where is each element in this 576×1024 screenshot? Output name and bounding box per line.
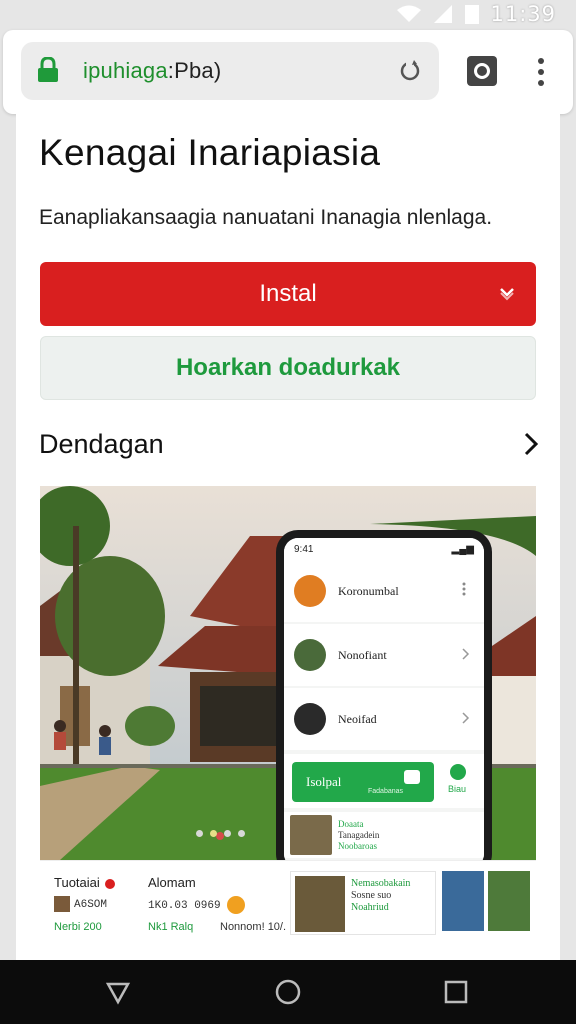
browser-toolbar: ipuhiaga:Pba) (3, 30, 573, 114)
info-column: Alomam 1K0.03 0969 (148, 875, 246, 914)
status-time: 11:39 (490, 2, 556, 26)
tag-label: Nk1 Ralq (148, 921, 194, 933)
status-icons: 11:39 (396, 2, 556, 26)
page-title: Kenagai Inariapiasia (39, 132, 381, 173)
phone-cta-label: Isolpal (306, 774, 342, 789)
secondary-label: Hoarkan doadurkak (175, 354, 401, 381)
tag: Nerbi 200 (54, 921, 102, 933)
chevron-down-icon (500, 288, 514, 301)
chevron-right-icon (524, 432, 539, 456)
lock-icon (38, 57, 58, 82)
install-label: Instal (259, 280, 317, 307)
info-title: Alomam (148, 875, 196, 890)
signal-icon (434, 5, 453, 23)
avatar (294, 703, 326, 735)
phone-list-item: Neoifad (284, 688, 484, 750)
thumbnail-image[interactable] (442, 871, 484, 931)
thumb-line: Tanagadein (338, 829, 380, 840)
coin-icon (227, 896, 246, 914)
page-content: Kenagai Inariapiasia Eanapliakansaagia n… (16, 114, 560, 960)
avatar (294, 575, 326, 607)
phone-cta-row: Isolpal Fadabanas Biau (284, 754, 484, 808)
card-line: Sosne suo (351, 890, 392, 901)
card-line: Nemasobakain (351, 878, 411, 889)
thumbnail-image (295, 876, 345, 932)
phone-list-item: Nonofiant (284, 624, 484, 686)
url-domain: ipuhiaga (83, 58, 168, 83)
back-icon[interactable] (104, 978, 132, 1006)
thumbnail-image (290, 815, 332, 855)
chevron-right-icon (462, 712, 470, 724)
thumb-line: Doaata (338, 818, 364, 829)
phone-list-item: Koronumbal (284, 560, 484, 622)
phone-item-label: Koronumbal (338, 583, 399, 598)
phone-signal-icon: ▂▄▆ (451, 544, 474, 555)
tag: Nk1 Ralq (148, 921, 193, 933)
recents-icon[interactable] (442, 978, 470, 1006)
carousel-dots[interactable] (196, 830, 245, 837)
system-nav-bar (0, 960, 576, 1024)
home-icon[interactable] (274, 978, 302, 1006)
address-bar[interactable]: ipuhiaga:Pba) (21, 42, 439, 100)
card-line: Noahriud (351, 902, 389, 913)
phone-thumb-row: Doaata Tanagadein Noobaroas (284, 812, 484, 858)
avatar (54, 896, 70, 912)
avatar (294, 639, 326, 671)
info-value: A6SOM (74, 898, 108, 911)
card-text: Nemasobakain Sosne suo Noahriud (351, 878, 410, 914)
phone-item-label: Neoifad (338, 711, 377, 726)
screenshot-icon[interactable] (465, 54, 499, 88)
url-path: :Pba) (167, 58, 222, 83)
phone-status-bar: 9:41 ▂▄▆ (284, 538, 484, 560)
url-text: ipuhiaga:Pba) (83, 58, 221, 84)
info-value: 1K0.03 0969 (148, 899, 221, 912)
phone-side-label: Biau (448, 784, 467, 794)
install-button[interactable]: Instal (40, 262, 536, 326)
more-dots-icon (462, 582, 466, 596)
status-bar: 11:39 (0, 0, 576, 28)
thumbs-up-icon (404, 770, 420, 784)
thumb-line: Noobaroas (338, 840, 377, 851)
status-badge (450, 764, 466, 780)
list-item[interactable]: Nemasobakain Sosne suo Noahriud (290, 871, 436, 935)
battery-icon (465, 5, 480, 24)
overflow-menu-icon[interactable] (529, 56, 553, 88)
tag-label: Nonnom! 10/. (220, 921, 287, 933)
info-column: Tuotaiai A6SOM (54, 875, 116, 912)
phone-cta-sub: Fadabanas (368, 788, 404, 795)
secondary-action-button[interactable]: Hoarkan doadurkak (40, 336, 536, 400)
thumbnail-image[interactable] (488, 871, 530, 931)
phone-mockup: 9:41 ▂▄▆ Koronumbal Nonofiant Neoifad Is… (276, 530, 492, 860)
tag-label: Nerbi 200 (54, 921, 102, 933)
phone-screen: 9:41 ▂▄▆ Koronumbal Nonofiant Neoifad Is… (284, 538, 484, 860)
notification-badge (105, 878, 116, 889)
hero-carousel[interactable]: 9:41 ▂▄▆ Koronumbal Nonofiant Neoifad Is… (40, 486, 536, 860)
page-description: Eanapliakansaagia nanuatani Inanagia nle… (39, 206, 493, 229)
phone-cta-button: Isolpal Fadabanas (292, 762, 434, 802)
info-title: Tuotaiai (54, 875, 100, 890)
phone-time: 9:41 (294, 544, 314, 555)
section-title: Dendagan (39, 429, 164, 459)
phone-item-label: Nonofiant (338, 647, 387, 662)
reload-icon[interactable] (397, 58, 423, 84)
wifi-icon (397, 5, 422, 22)
info-strip: Tuotaiai A6SOM Alomam 1K0.03 0969 Nerbi … (40, 860, 536, 944)
phone-thumb-text: Doaata Tanagadein Noobaroas (338, 819, 379, 852)
section-header[interactable]: Dendagan (39, 424, 539, 464)
chevron-right-icon (462, 648, 470, 660)
tag: Nonnom! 10/. (220, 921, 286, 933)
